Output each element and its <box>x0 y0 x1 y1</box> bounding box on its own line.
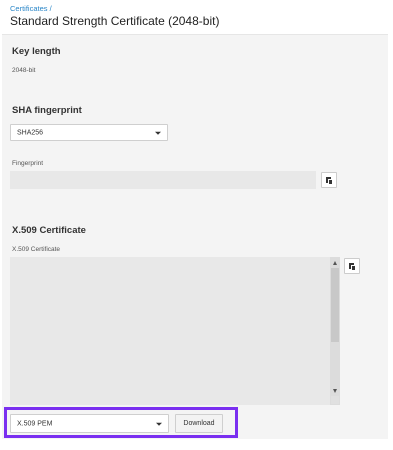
fingerprint-label: Fingerprint <box>12 160 44 167</box>
scroll-thumb[interactable] <box>331 268 339 342</box>
fingerprint-field[interactable] <box>10 171 316 189</box>
scroll-up-icon[interactable] <box>332 261 337 265</box>
certificate-details-panel: Key length 2048-bit SHA fingerprint SHA2… <box>2 34 388 439</box>
export-format-select[interactable]: X.509 PEM <box>10 414 169 433</box>
chevron-down-icon <box>155 131 161 135</box>
key-length-title: Key length <box>12 46 61 57</box>
export-format-value: X.509 PEM <box>17 420 53 427</box>
x509-textarea-label: X.509 Certificate <box>12 246 61 253</box>
textarea-scrollbar[interactable] <box>330 257 340 405</box>
sha-algorithm-select[interactable]: SHA256 <box>10 124 168 141</box>
sha-fingerprint-title: SHA fingerprint <box>12 105 82 116</box>
resize-handle-icon[interactable] <box>331 396 339 404</box>
page-header: Certificates / Standard Strength Certifi… <box>0 0 393 34</box>
download-button[interactable]: Download <box>175 414 223 433</box>
key-length-value: 2048-bit <box>12 67 36 74</box>
chevron-down-icon <box>156 422 162 426</box>
page-title: Standard Strength Certificate (2048-bit) <box>10 14 220 28</box>
copy-certificate-button[interactable] <box>344 258 360 274</box>
x509-certificate-textarea[interactable] <box>10 257 340 405</box>
x509-certificate-title: X.509 Certificate <box>12 225 86 236</box>
scroll-down-icon[interactable] <box>332 389 337 393</box>
breadcrumb-certificates[interactable]: Certificates / <box>10 4 52 13</box>
sha-algorithm-value: SHA256 <box>17 129 44 136</box>
copy-fingerprint-button[interactable] <box>321 172 337 188</box>
